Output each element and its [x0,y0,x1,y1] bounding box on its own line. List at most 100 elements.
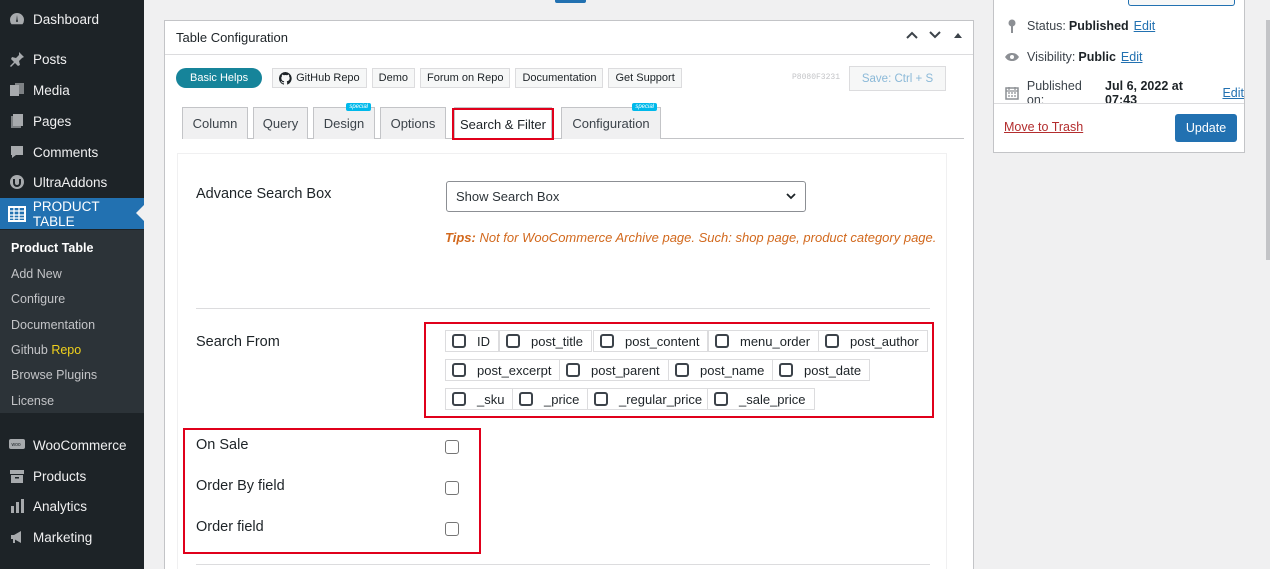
sidebar-item-label: Products [33,468,87,484]
move-to-trash-link[interactable]: Move to Trash [1004,120,1083,134]
sidebar-item-media[interactable]: Media [0,75,144,105]
chevron-down-icon[interactable] [928,28,942,42]
sidebar-item-label: UltraAddons [33,174,108,190]
visibility-value: Public [1078,50,1116,64]
bar-chart-icon [7,496,27,516]
help-links-row: Basic Helps GitHub Repo Demo Forum on Re… [176,67,687,89]
sidebar-item-pages[interactable]: Pages [0,106,144,136]
submenu-product-table[interactable]: Product Table [11,241,93,255]
toggle-arrow-icon[interactable] [951,28,965,42]
github-repo-label: GitHub Repo [296,72,360,84]
chevron-up-icon[interactable] [905,28,919,42]
highlight-search-filter-tab [452,108,554,140]
tips-label: Tips: [445,230,476,245]
megaphone-icon [7,527,27,547]
config-tabs: Column Query Design special Options Searc… [182,103,964,140]
basic-helps-button[interactable]: Basic Helps [176,68,263,88]
panel-title: Table Configuration [176,30,289,45]
sidebar-item-woocommerce[interactable]: woo WooCommerce [0,430,144,460]
status-row: Status: Published Edit [1004,18,1155,34]
sidebar-item-marketing[interactable]: Marketing [0,522,144,552]
sidebar-item-products[interactable]: Products [0,461,144,491]
sidebar-item-label: Marketing [33,529,93,545]
forum-link[interactable]: Forum on Repo [420,68,511,88]
panel-controls [905,28,965,42]
sidebar-item-ultraaddons[interactable]: UltraAddons [0,167,144,197]
tab-configuration[interactable]: Configuration special [561,103,661,139]
visibility-row: Visibility: Public Edit [1004,49,1142,65]
submenu-add-new[interactable]: Add New [11,267,62,281]
page-scrollbar[interactable] [1266,20,1270,260]
special-badge: special [346,103,371,111]
eye-icon [1004,49,1020,65]
tab-label: Options [390,116,436,131]
sidebar-item-product-table[interactable]: PRODUCT TABLE [0,198,144,229]
submenu-browse-plugins[interactable]: Browse Plugins [11,368,97,382]
table-icon [7,204,27,224]
archive-icon [7,466,27,486]
submenu-configure[interactable]: Configure [11,292,65,306]
media-icon [7,80,27,100]
section-divider [196,564,930,565]
tab-label: Query [262,116,299,131]
sidebar-item-label: Media [33,82,70,98]
pages-icon [7,111,27,131]
table-hash: P8080F3231 [792,73,841,82]
tips-text: Not for WooCommerce Archive page. Such: … [479,230,937,245]
ultraaddons-icon [7,172,27,192]
sidebar-item-label: Comments [33,144,99,160]
special-badge: special [632,103,657,111]
woo-icon: woo [7,435,27,455]
sidebar-item-label: Dashboard [33,11,100,27]
submenu-documentation[interactable]: Documentation [11,318,95,332]
update-button[interactable]: Update [1175,114,1237,142]
highlight-sale-order-fields [183,428,481,554]
save-button[interactable]: Save: Ctrl + S [849,66,946,91]
documentation-link[interactable]: Documentation [515,68,604,88]
get-support-link[interactable]: Get Support [608,68,682,88]
search-from-label: Search From [196,334,280,350]
github-repo-link[interactable]: GitHub Repo [272,68,367,88]
select-value: Show Search Box [456,189,560,204]
github-prefix: Github [11,343,48,357]
chevron-down-icon [786,193,796,200]
tab-query[interactable]: Query [253,107,308,139]
tab-design[interactable]: Design special [313,103,375,139]
section-divider [196,308,930,309]
sidebar-item-analytics[interactable]: Analytics [0,491,144,521]
published-edit-link[interactable]: Edit [1222,86,1244,100]
advance-search-select[interactable]: Show Search Box [446,181,806,212]
submenu-license[interactable]: License [11,394,54,408]
tab-label: Design [323,116,365,131]
tips-note: Tips: Not for WooCommerce Archive page. … [445,227,945,248]
sidebar-item-posts[interactable]: Posts [0,44,144,74]
tab-column[interactable]: Column [182,107,248,139]
top-button-edge [555,0,586,3]
sidebar-item-label: WooCommerce [33,437,127,453]
demo-link[interactable]: Demo [371,68,416,88]
sidebar-item-label: Analytics [33,498,88,514]
status-label: Status: [1027,19,1066,33]
visibility-label: Visibility: [1027,50,1076,64]
publish-box: Status: Published Edit Visibility: Public Ed… [993,0,1245,153]
publish-divider [994,103,1244,104]
github-icon [279,71,292,85]
tab-label: Column [192,116,238,131]
tab-label: Configuration [572,116,650,131]
status-edit-link[interactable]: Edit [1134,19,1156,33]
pin-icon [7,49,27,69]
tab-options[interactable]: Options [380,107,446,139]
sidebar-item-comments[interactable]: Comments [0,137,144,167]
calendar-icon [1004,85,1020,101]
visibility-edit-link[interactable]: Edit [1121,50,1143,64]
sidebar-item-dashboard[interactable]: Dashboard [0,4,144,34]
preview-button-edge[interactable] [1128,0,1235,6]
product-table-submenu: Product Table Add New Configure Document… [0,230,144,413]
highlight-search-from [424,322,934,418]
panel-header: Table Configuration [165,21,973,55]
dashboard-icon [7,9,27,29]
status-value: Published [1068,19,1129,33]
sidebar-item-label: PRODUCT TABLE [32,198,100,229]
sidebar-item-label: Pages [33,113,72,129]
submenu-github-repo[interactable]: Github Repo [11,343,81,357]
